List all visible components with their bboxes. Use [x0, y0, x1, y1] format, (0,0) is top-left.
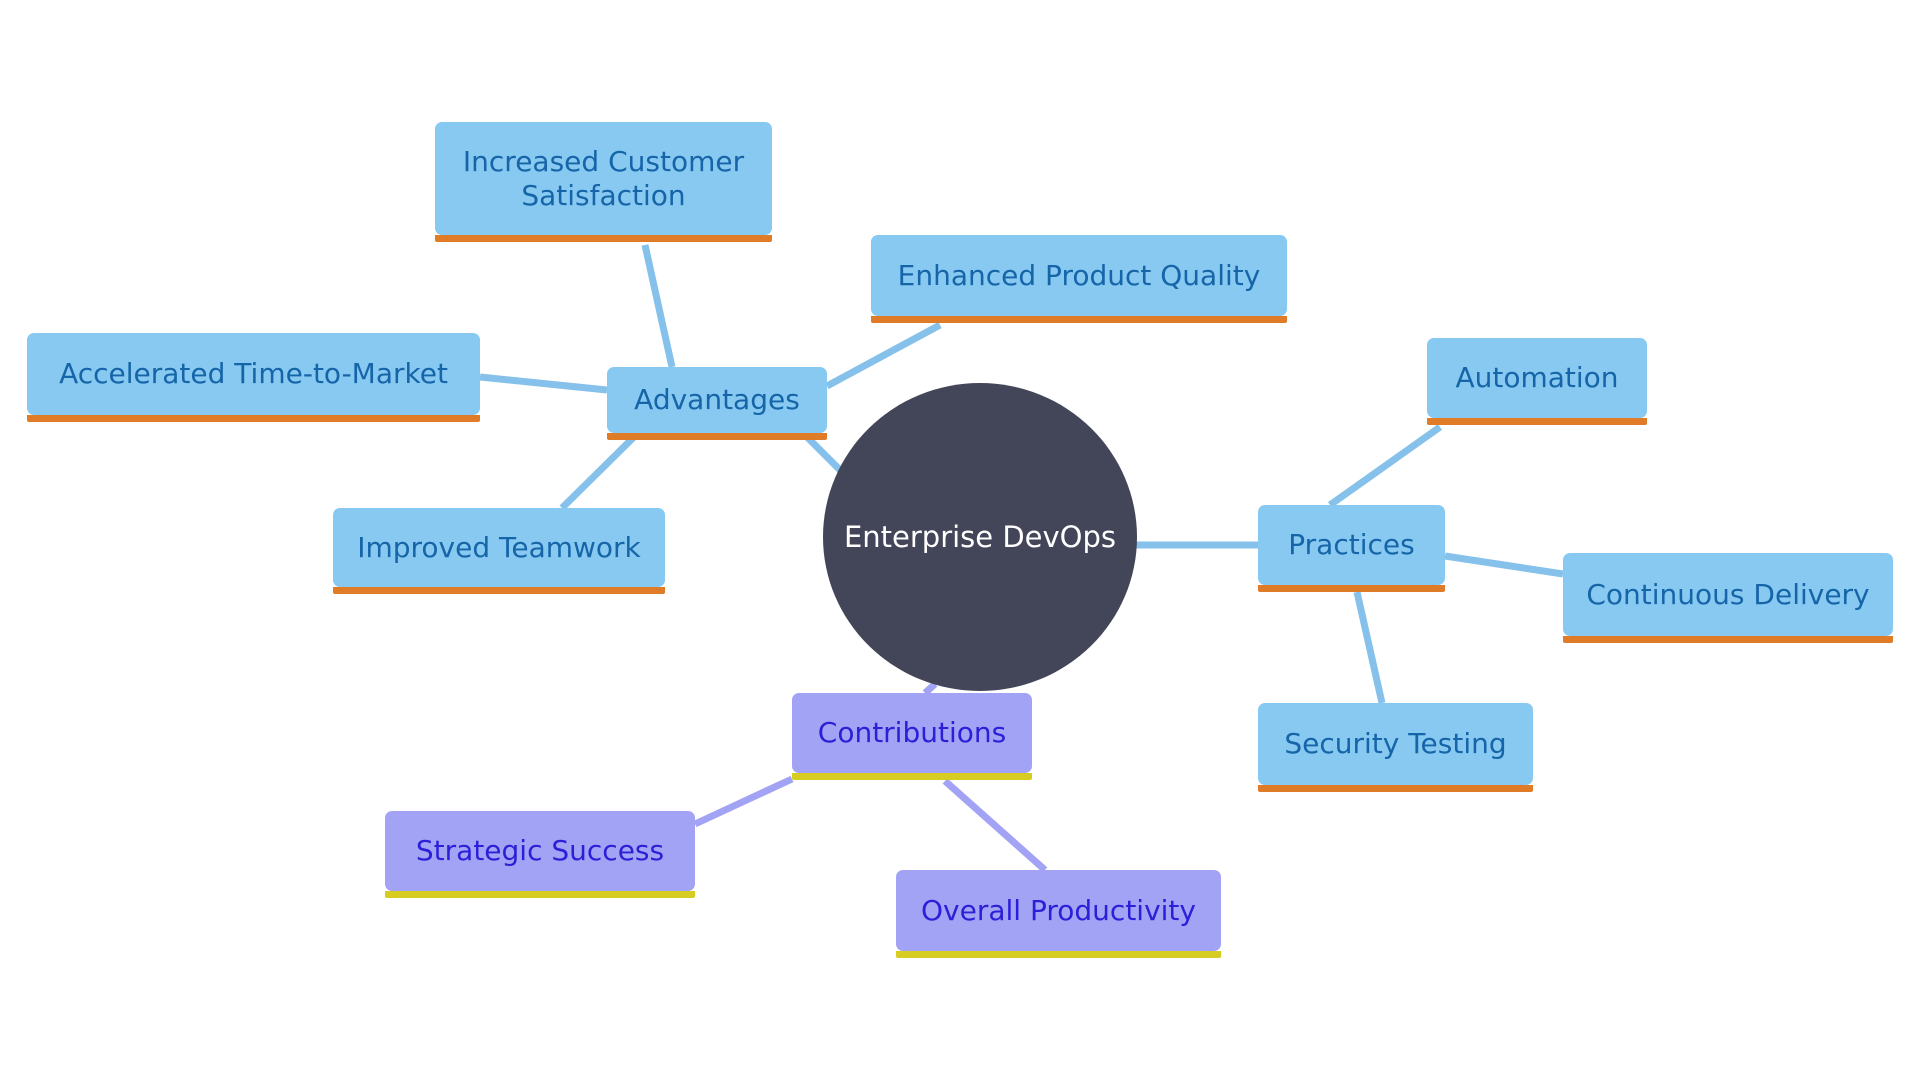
edge-advantages-to-enhanced_product_quality — [825, 321, 942, 390]
node-underline — [385, 891, 695, 898]
node-security-testing-label: Security Testing — [1284, 727, 1507, 761]
node-underline — [1258, 785, 1533, 792]
node-continuous-delivery-label: Continuous Delivery — [1586, 577, 1870, 611]
node-underline — [871, 316, 1287, 323]
edge-practices-to-continuous_delivery — [1444, 552, 1564, 578]
node-improved-teamwork[interactable]: Improved Teamwork — [333, 508, 665, 594]
node-underline — [896, 951, 1221, 958]
edge-center-to-contributions — [922, 681, 938, 696]
node-continuous-delivery[interactable]: Continuous Delivery — [1563, 553, 1893, 643]
node-automation[interactable]: Automation — [1427, 338, 1647, 425]
node-overall-productivity[interactable]: Overall Productivity — [896, 870, 1221, 958]
node-underline — [607, 433, 827, 440]
node-automation-label: Automation — [1455, 361, 1619, 395]
node-underline — [1427, 418, 1647, 425]
node-strategic-success[interactable]: Strategic Success — [385, 811, 695, 898]
node-practices[interactable]: Practices — [1258, 505, 1445, 592]
node-contributions-label: Contributions — [817, 716, 1007, 750]
node-enhanced-product-quality[interactable]: Enhanced Product Quality — [871, 235, 1287, 323]
node-underline — [435, 235, 772, 242]
node-advantages[interactable]: Advantages — [607, 367, 827, 440]
edge-advantages-to-improved_teamwork — [559, 431, 640, 511]
node-center-label: Enterprise DevOps — [843, 519, 1117, 554]
node-overall-productivity-label: Overall Productivity — [921, 893, 1196, 927]
edge-practices-to-automation — [1327, 424, 1443, 508]
node-enhanced-product-quality-label: Enhanced Product Quality — [897, 258, 1261, 292]
edge-contributions-to-overall_productivity — [942, 778, 1048, 873]
edge-advantages-to-accelerated_time_to_market — [479, 373, 608, 394]
node-security-testing[interactable]: Security Testing — [1258, 703, 1533, 792]
node-increased-customer-satisfaction[interactable]: Increased Customer Satisfaction — [435, 122, 772, 242]
node-center[interactable]: Enterprise DevOps — [823, 383, 1137, 691]
node-accelerated-time-to-market-label: Accelerated Time-to-Market — [59, 357, 448, 391]
node-contributions[interactable]: Contributions — [792, 693, 1032, 780]
node-underline — [1258, 585, 1445, 592]
node-underline — [27, 415, 480, 422]
node-advantages-label: Advantages — [634, 383, 800, 417]
node-underline — [333, 587, 665, 594]
edge-practices-to-security_testing — [1353, 591, 1386, 704]
node-practices-label: Practices — [1288, 528, 1415, 562]
mindmap-canvas: Enterprise DevOps Advantages Practices C… — [0, 0, 1920, 1080]
edge-advantages-to-increased_customer_satisfaction — [641, 244, 676, 368]
node-improved-teamwork-label: Improved Teamwork — [357, 530, 641, 564]
node-underline — [792, 773, 1032, 780]
node-accelerated-time-to-market[interactable]: Accelerated Time-to-Market — [27, 333, 480, 422]
node-increased-customer-satisfaction-label: Increased Customer Satisfaction — [462, 145, 745, 212]
node-strategic-success-label: Strategic Success — [415, 834, 665, 868]
edge-contributions-to-strategic_success — [693, 775, 794, 828]
node-underline — [1563, 636, 1893, 643]
